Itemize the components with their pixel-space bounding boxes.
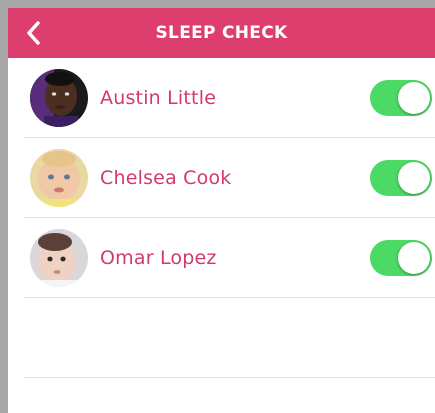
page-title: SLEEP CHECK: [155, 23, 288, 43]
child-name: Chelsea Cook: [100, 167, 232, 189]
empty-list-row: [24, 298, 435, 378]
list-item: Omar Lopez: [24, 218, 435, 298]
back-button[interactable]: [22, 19, 44, 47]
child-name: Austin Little: [100, 87, 217, 109]
list-item: Austin Little: [24, 58, 435, 138]
child-name: Omar Lopez: [100, 247, 217, 269]
app-screen: SLEEP CHECK Austin Little Chelsea Cook O…: [8, 8, 435, 413]
toggle-knob: [398, 242, 430, 274]
avatar: [30, 149, 88, 207]
list-item: Chelsea Cook: [24, 138, 435, 218]
chevron-left-icon: [27, 21, 40, 45]
avatar: [30, 229, 88, 287]
children-list: Austin Little Chelsea Cook Omar Lopez: [8, 58, 435, 378]
header-bar: SLEEP CHECK: [8, 8, 435, 58]
avatar: [30, 69, 88, 127]
sleep-check-toggle[interactable]: [370, 160, 432, 196]
sleep-check-toggle[interactable]: [370, 240, 432, 276]
toggle-knob: [398, 82, 430, 114]
toggle-knob: [398, 162, 430, 194]
sleep-check-toggle[interactable]: [370, 80, 432, 116]
